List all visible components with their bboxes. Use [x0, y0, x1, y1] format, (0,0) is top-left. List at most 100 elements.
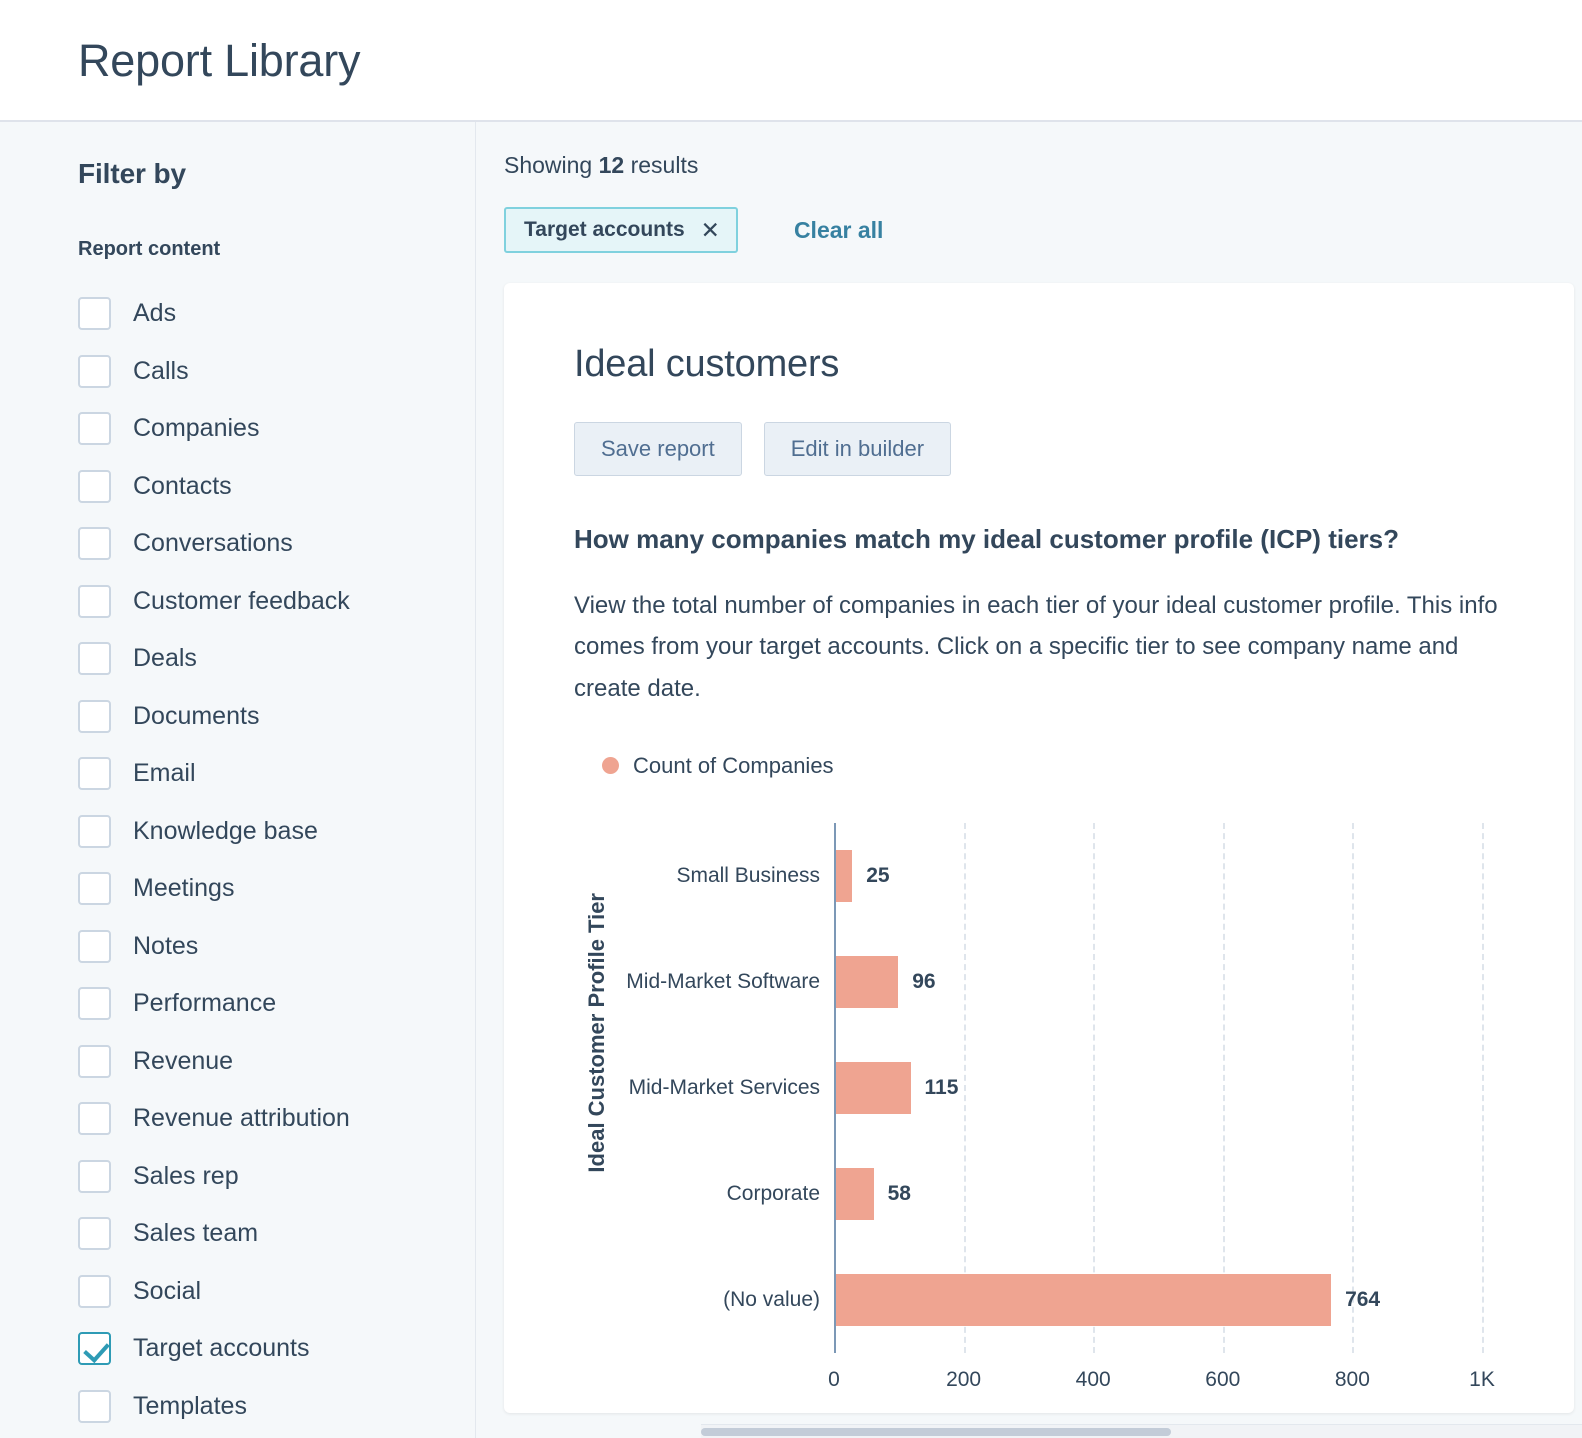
filter-item-sales-team[interactable]: Sales team — [78, 1205, 475, 1263]
chart-bar-row[interactable]: 115 — [836, 1035, 1484, 1141]
filter-item-contacts[interactable]: Contacts — [78, 458, 475, 516]
results-count: Showing 12 results — [504, 152, 1582, 179]
body-container: Filter by Report content Ads CallsCompani… — [0, 122, 1582, 1438]
filter-item-social[interactable]: Social — [78, 1263, 475, 1321]
active-filters-row: Target accounts ✕ Clear all — [504, 207, 1582, 253]
checkbox-icon[interactable] — [78, 700, 111, 733]
filter-item-revenue-attribution[interactable]: Revenue attribution — [78, 1090, 475, 1148]
filter-item-customer-feedback[interactable]: Customer feedback — [78, 573, 475, 631]
chart-category-label[interactable]: (No value) — [723, 1288, 820, 1312]
chart-x-tick-label: 600 — [1205, 1368, 1240, 1392]
chart-category-label[interactable]: Corporate — [727, 1182, 820, 1206]
report-content-label: Report content — [78, 238, 475, 261]
chart-category-label[interactable]: Mid-Market Software — [626, 970, 820, 994]
filter-item-notes[interactable]: Notes — [78, 918, 475, 976]
chart-bar[interactable] — [836, 850, 852, 902]
filter-item-label: Documents — [133, 704, 259, 729]
filter-item-label: Ads — [133, 301, 176, 326]
filter-item-ads[interactable]: Ads — [78, 285, 475, 343]
filter-item-companies[interactable]: Companies — [78, 400, 475, 458]
chart-bar-value-label: 115 — [925, 1076, 959, 1100]
edit-in-builder-button[interactable]: Edit in builder — [764, 422, 951, 476]
checkbox-checked-icon[interactable] — [78, 1332, 111, 1365]
page-title: Report Library — [78, 38, 360, 83]
chart-bar-value-label: 58 — [888, 1182, 911, 1206]
checkbox-icon[interactable] — [78, 527, 111, 560]
checkbox-icon[interactable] — [78, 1217, 111, 1250]
filter-item-meetings[interactable]: Meetings — [78, 860, 475, 918]
checkbox-icon[interactable] — [78, 757, 111, 790]
chart-category-labels: Small BusinessMid-Market SoftwareMid-Mar… — [634, 823, 834, 1353]
checkbox-icon[interactable] — [78, 355, 111, 388]
close-icon[interactable]: ✕ — [701, 219, 720, 242]
bar-chart: Ideal Customer Profile Tier Small Busine… — [574, 823, 1494, 1413]
chart-bar[interactable] — [836, 1168, 874, 1220]
filter-by-heading: Filter by — [78, 158, 475, 190]
checkbox-icon[interactable] — [78, 1045, 111, 1078]
chart-bar-row[interactable]: 58 — [836, 1141, 1484, 1247]
horizontal-scrollbar[interactable] — [701, 1424, 1582, 1438]
checkbox-icon[interactable] — [78, 1160, 111, 1193]
chart-category-label[interactable]: Small Business — [676, 864, 820, 888]
filter-item-label: Revenue — [133, 1049, 233, 1074]
filter-chip-target-accounts[interactable]: Target accounts ✕ — [504, 207, 738, 253]
filter-item-knowledge-base[interactable]: Knowledge base — [78, 803, 475, 861]
filter-item-revenue[interactable]: Revenue — [78, 1033, 475, 1091]
filter-item-label: Notes — [133, 934, 198, 959]
checkbox-icon[interactable] — [78, 1390, 111, 1423]
filter-item-label: Sales team — [133, 1221, 258, 1246]
checkbox-icon[interactable] — [78, 412, 111, 445]
filter-item-documents[interactable]: Documents — [78, 688, 475, 746]
checkbox-icon[interactable] — [78, 872, 111, 905]
checkbox-icon[interactable] — [78, 642, 111, 675]
filter-item-sales-rep[interactable]: Sales rep — [78, 1148, 475, 1206]
chart-bars: 25 96 115 58 764 — [836, 823, 1484, 1353]
save-report-button[interactable]: Save report — [574, 422, 742, 476]
showing-prefix: Showing — [504, 152, 599, 178]
filter-item-performance[interactable]: Performance — [78, 975, 475, 1033]
horizontal-scrollbar-thumb[interactable] — [701, 1428, 1171, 1436]
filter-item-templates[interactable]: Templates — [78, 1378, 475, 1436]
results-number: 12 — [599, 152, 625, 178]
filter-item-calls[interactable]: Calls — [78, 343, 475, 401]
chart-bar[interactable] — [836, 1062, 911, 1114]
filter-item-target-accounts[interactable]: Target accounts — [78, 1320, 475, 1378]
checkbox-icon[interactable] — [78, 470, 111, 503]
checkbox-icon[interactable] — [78, 930, 111, 963]
checkbox-icon[interactable] — [78, 297, 111, 330]
filter-item-label: Sales rep — [133, 1164, 239, 1189]
report-title: Ideal customers — [574, 343, 1574, 386]
chart-category-label[interactable]: Mid-Market Services — [629, 1076, 820, 1100]
chart-x-tick-label: 200 — [946, 1368, 981, 1392]
chart-bar-value-label: 96 — [912, 970, 935, 994]
chart-bar[interactable] — [836, 1274, 1331, 1326]
report-card[interactable]: Ideal customers Save report Edit in buil… — [504, 283, 1574, 1413]
filter-item-deals[interactable]: Deals — [78, 630, 475, 688]
clear-all-link[interactable]: Clear all — [794, 217, 884, 244]
checkbox-icon[interactable] — [78, 585, 111, 618]
report-actions: Save report Edit in builder — [574, 422, 1574, 476]
filter-item-label: Social — [133, 1279, 201, 1304]
filter-item-email[interactable]: Email — [78, 745, 475, 803]
report-description: View the total number of companies in ea… — [574, 585, 1509, 709]
chart-bar-row[interactable]: 764 — [836, 1247, 1484, 1353]
checkbox-icon[interactable] — [78, 815, 111, 848]
filter-item-label: Templates — [133, 1394, 247, 1419]
chart-plot-area: Small BusinessMid-Market SoftwareMid-Mar… — [634, 823, 1484, 1353]
filter-item-label: Email — [133, 761, 196, 786]
legend-label[interactable]: Count of Companies — [633, 753, 834, 779]
filter-item-conversations[interactable]: Conversations — [78, 515, 475, 573]
report-question-heading: How many companies match my ideal custom… — [574, 524, 1574, 555]
checkbox-icon[interactable] — [78, 987, 111, 1020]
chart-bar-row[interactable]: 96 — [836, 929, 1484, 1035]
chart-bar-row[interactable]: 25 — [836, 823, 1484, 929]
filter-item-label: Conversations — [133, 531, 293, 556]
chart-bar[interactable] — [836, 956, 898, 1008]
chart-legend: Count of Companies — [602, 753, 1574, 779]
checkbox-icon[interactable] — [78, 1102, 111, 1135]
filter-item-label: Target accounts — [133, 1336, 310, 1361]
chart-x-tick-label: 400 — [1076, 1368, 1111, 1392]
chart-y-axis-title: Ideal Customer Profile Tier — [582, 823, 612, 1243]
checkbox-icon[interactable] — [78, 1275, 111, 1308]
filter-item-label: Customer feedback — [133, 589, 350, 614]
